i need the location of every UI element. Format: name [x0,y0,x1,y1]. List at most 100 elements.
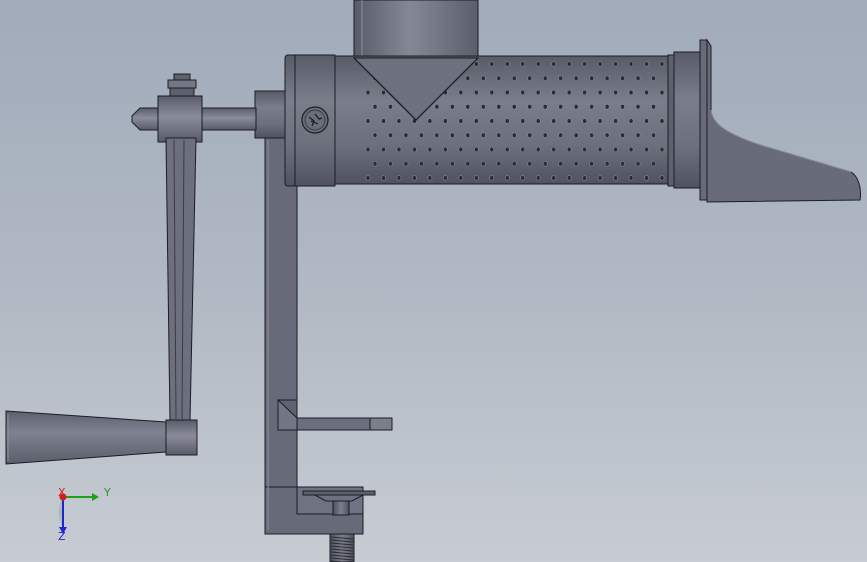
barrel-hole [419,161,424,167]
barrel-hole [388,132,393,138]
axis-triad [58,493,99,534]
barrel-hole [551,61,557,67]
barrel-hole [372,132,378,138]
barrel-hole [443,146,448,153]
barrel-hole [582,89,587,96]
barrel-hole [535,61,541,67]
barrel-hole [511,75,517,81]
barrel-hole [535,146,541,153]
barrel-hole [589,104,594,110]
triad-y-label: Y [104,486,111,499]
crank-handle[interactable] [5,410,198,465]
barrel-hole [403,161,409,167]
barrel-hole [427,146,433,153]
barrel-hole [381,146,386,153]
barrel-hole [644,61,649,67]
crank-arm[interactable] [165,137,197,422]
barrel-hole [573,75,579,81]
barrel-hole [489,146,495,153]
barrel-hole [635,161,641,167]
barrel-hole [520,118,526,124]
barrel-hole [465,132,471,138]
barrel-hole [551,118,557,124]
barrel-hole [659,175,665,181]
barrel-hole [365,118,371,124]
barrel-hole [651,132,656,138]
barrel-hole [613,61,618,67]
barrel-hole [496,104,502,110]
perforated-barrel[interactable] [334,55,673,185]
barrel-hole [396,175,402,181]
clamp-frame[interactable] [264,136,364,535]
barrel-hole [620,161,625,167]
barrel-hole [381,175,386,181]
barrel-hole [480,132,486,138]
barrel-hole [465,104,471,110]
triad-x-label: X [58,486,66,499]
barrel-hole [573,161,579,167]
barrel-hole [644,118,649,124]
barrel-outlet-ring[interactable] [667,39,708,201]
barrel-hole [496,161,502,167]
barrel-hole [604,132,610,138]
barrel-hole [458,146,464,153]
barrel-hole [396,146,402,153]
barrel-hole [480,104,486,110]
barrel-hole [504,61,510,67]
barrel-hole [412,146,417,153]
barrel-hole [582,118,587,124]
hopper[interactable] [353,0,479,59]
barrel-hole [427,175,433,181]
barrel-hole [450,132,455,138]
barrel-hole [434,104,440,110]
barrel-hole [496,132,502,138]
barrel-hole [573,132,579,138]
barrel-hole [372,161,378,167]
barrel-hole [458,118,464,124]
barrel-hole [628,118,634,124]
barrel-hole [597,118,603,124]
barrel-hole [365,175,371,181]
barrel-hole [644,89,649,96]
barrel-hole [527,132,533,138]
barrel-hole [520,89,526,96]
barrel-hole [644,146,649,153]
barrel-hole [489,89,495,96]
model-scene [5,0,861,562]
barrel-hole [613,89,618,96]
barrel-hole [434,132,440,138]
barrel-hole [473,175,479,181]
barrel-hole [659,118,665,124]
barrel-hole [651,161,656,167]
barrel-hole [597,89,603,96]
barrel-hole [511,132,517,138]
barrel-hole [651,104,656,110]
outlet-chute[interactable] [706,38,861,203]
barrel-hole [381,118,386,124]
barrel-hole [628,89,634,96]
barrel-hole [450,104,455,110]
barrel-hole [520,146,526,153]
barrel-hole [613,146,618,153]
barrel-hole [535,118,541,124]
barrel-hole [635,104,641,110]
barrel-hole [589,132,594,138]
barrel-hole [465,75,471,81]
barrel-hole [635,75,641,81]
barrel-hole [372,104,378,110]
barrel-hole [489,61,495,67]
barrel-hole [489,175,495,181]
barrel-hole [620,104,625,110]
barrel-hole [504,89,510,96]
crank-hub[interactable] [157,73,203,143]
barrel-hole [613,118,618,124]
barrel-hole [542,104,548,110]
barrel-hole [659,146,665,153]
barrel-hole [396,118,402,124]
barrel-hole [365,89,371,96]
graphics-viewport[interactable]: Y X Z [0,0,867,562]
barrel-hole [527,75,533,81]
clamp-jaw[interactable] [277,398,393,431]
barrel-hole [419,132,424,138]
barrel-hole [535,89,541,96]
